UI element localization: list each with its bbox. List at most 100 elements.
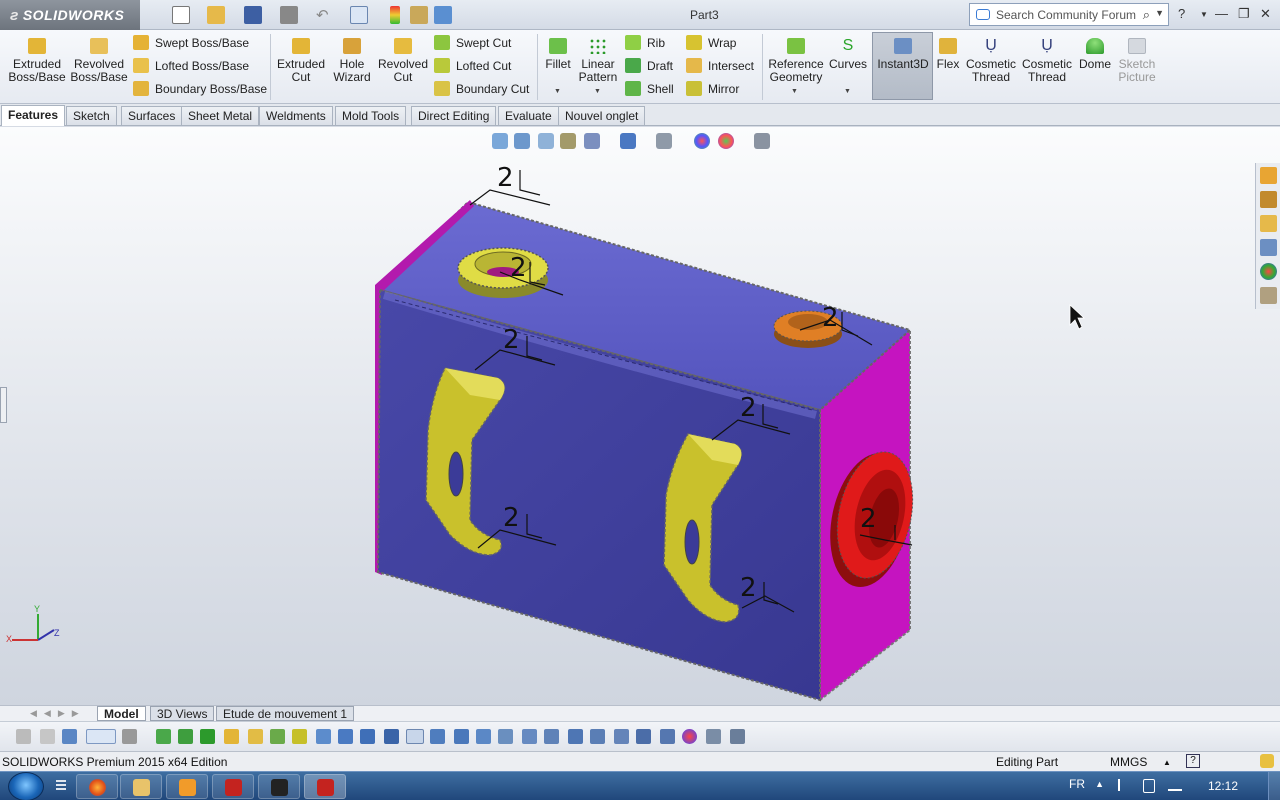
tab-scroll-arrows[interactable]: ◀◀▶▶: [30, 708, 86, 719]
select-arrow-icon[interactable]: [350, 6, 368, 24]
taskbar-ds-app[interactable]: [258, 774, 300, 799]
filter-icon[interactable]: [16, 729, 31, 744]
centerline-icon[interactable]: [316, 729, 331, 744]
sketch-rectangle-icon[interactable]: [178, 729, 193, 744]
swept-cut-button[interactable]: Swept Cut: [434, 35, 511, 50]
sketch-arc-icon[interactable]: [224, 729, 239, 744]
close-window-button[interactable]: ✕: [1260, 6, 1271, 22]
draft-button[interactable]: Draft: [625, 58, 673, 73]
hole-wizard-button[interactable]: Hole Wizard: [330, 38, 374, 84]
search-icon[interactable]: ⌕: [1143, 7, 1150, 23]
signal-icon[interactable]: [1168, 779, 1182, 791]
add-relation-icon[interactable]: [522, 729, 537, 744]
linear-pattern-dropdown-icon[interactable]: ▼: [594, 88, 601, 95]
sketch-fillet-icon[interactable]: [338, 729, 353, 744]
sketch-line-icon[interactable]: [156, 729, 171, 744]
mirror-entities-icon[interactable]: [454, 729, 469, 744]
boundary-cut-button[interactable]: Boundary Cut: [434, 81, 529, 96]
tab-sketch[interactable]: Sketch: [66, 106, 117, 125]
smart-dimension-icon[interactable]: [360, 729, 375, 744]
swept-boss-button[interactable]: Swept Boss/Base: [133, 35, 249, 50]
filter-toggle-icon[interactable]: [40, 729, 55, 744]
cosmetic-thread-button-1[interactable]: Ụ Cosmetic Thread: [965, 38, 1017, 84]
select-tool-icon[interactable]: [86, 729, 116, 744]
tab-evaluate[interactable]: Evaluate: [498, 106, 559, 125]
wrap-button[interactable]: Wrap: [686, 35, 736, 50]
unit-system-selector[interactable]: MMGS: [1110, 755, 1147, 769]
boundary-boss-button[interactable]: Boundary Boss/Base: [133, 81, 267, 96]
modify-sketch-icon[interactable]: [706, 729, 721, 744]
solidworks-logo[interactable]: ƨ SOLIDWORKS: [0, 0, 140, 30]
search-input[interactable]: Search Community Forum ⌕ ▼: [969, 3, 1169, 26]
reference-geometry-dropdown-icon[interactable]: ▼: [791, 88, 798, 95]
unit-dropdown-icon[interactable]: ▲: [1163, 758, 1171, 767]
convert-entities-icon[interactable]: [406, 729, 424, 744]
tab-3d-views[interactable]: 3D Views: [150, 706, 215, 721]
language-indicator[interactable]: FR: [1069, 777, 1085, 791]
tab-nouvel-onglet[interactable]: Nouvel onglet: [558, 106, 646, 125]
minimize-window-button[interactable]: —: [1215, 6, 1228, 21]
action-center-icon[interactable]: [1118, 779, 1130, 791]
sketch-point-icon[interactable]: [292, 729, 307, 744]
trim-entities-icon[interactable]: [384, 729, 399, 744]
lofted-boss-button[interactable]: Lofted Boss/Base: [133, 58, 249, 73]
rebuild-icon[interactable]: [390, 6, 400, 24]
filter-edges-icon[interactable]: [62, 729, 77, 744]
taskbar-solidworks-2015[interactable]: [212, 774, 254, 799]
taskbar-firefox[interactable]: [76, 774, 118, 799]
cosmetic-thread-button-2[interactable]: Ụ Cosmetic Thread: [1021, 38, 1073, 84]
fillet-button[interactable]: Fillet: [542, 38, 574, 71]
print-icon[interactable]: [280, 6, 298, 24]
revolved-boss-button[interactable]: Revolved Boss/Base: [70, 38, 128, 84]
curves-dropdown-icon[interactable]: ▼: [844, 88, 851, 95]
extruded-cut-button[interactable]: Extruded Cut: [275, 38, 327, 84]
tab-surfaces[interactable]: Surfaces: [121, 106, 183, 125]
shell-button[interactable]: Shell: [625, 81, 674, 96]
sketch-spline-icon[interactable]: [270, 729, 285, 744]
save-icon[interactable]: [244, 6, 262, 24]
options-icon[interactable]: [434, 6, 452, 24]
rib-button[interactable]: Rib: [625, 35, 665, 50]
dome-button[interactable]: Dome: [1077, 38, 1113, 71]
tab-model[interactable]: Model: [97, 706, 146, 721]
taskbar-explorer[interactable]: [120, 774, 162, 799]
tab-direct-editing[interactable]: Direct Editing: [411, 106, 497, 125]
extruded-boss-button[interactable]: Extruded Boss/Base: [8, 38, 66, 84]
taskbar-solidworks-active[interactable]: [304, 774, 346, 799]
flex-button[interactable]: Flex: [935, 38, 961, 71]
linear-pattern-button[interactable]: Linear Pattern: [578, 38, 618, 84]
tray-expand-icon[interactable]: ▲: [1095, 779, 1104, 789]
graphics-area[interactable]: ◧ ◨ — ❐ ✕: [0, 127, 1280, 705]
chevron-down-icon[interactable]: ▼: [1155, 8, 1164, 18]
help-icon[interactable]: ?: [1178, 6, 1185, 21]
app-grid-icon[interactable]: [56, 780, 66, 792]
curves-button[interactable]: S Curves: [829, 38, 867, 71]
instant2d-icon[interactable]: [636, 729, 651, 744]
sketch-settings-icon[interactable]: [730, 729, 745, 744]
sketch-circle-icon[interactable]: [200, 729, 215, 744]
offset-entities-icon[interactable]: [430, 729, 445, 744]
tab-weldments[interactable]: Weldments: [259, 106, 333, 125]
tab-mold-tools[interactable]: Mold Tools: [335, 106, 407, 125]
sketch-picture-button[interactable]: Sketch Picture: [1115, 38, 1159, 84]
mirror-button[interactable]: Mirror: [686, 81, 739, 96]
undo-icon[interactable]: ↶: [316, 6, 334, 24]
windows-start-icon[interactable]: [8, 772, 44, 800]
reference-geometry-button[interactable]: Reference Geometry: [767, 38, 825, 84]
tab-sheet-metal[interactable]: Sheet Metal: [181, 106, 260, 125]
help-status-icon[interactable]: ?: [1186, 754, 1200, 768]
intersect-button[interactable]: Intersect: [686, 58, 754, 73]
new-document-icon[interactable]: [172, 6, 190, 24]
instant3d-content[interactable]: Instant3D: [874, 38, 932, 71]
3d-model[interactable]: 2 2 2 2 2 2 2 2 X Y Z: [0, 127, 1280, 705]
repair-sketch-icon[interactable]: [568, 729, 583, 744]
sketch-color-icon[interactable]: [682, 729, 697, 744]
clock[interactable]: 12:12: [1208, 779, 1238, 793]
select-other-icon[interactable]: [122, 729, 137, 744]
display-relations-icon[interactable]: [544, 729, 559, 744]
tab-features[interactable]: Features: [1, 105, 66, 126]
restore-window-button[interactable]: ❐: [1238, 6, 1250, 22]
move-entities-icon[interactable]: [498, 729, 513, 744]
lofted-cut-button[interactable]: Lofted Cut: [434, 58, 511, 73]
taskbar-media-player[interactable]: [166, 774, 208, 799]
